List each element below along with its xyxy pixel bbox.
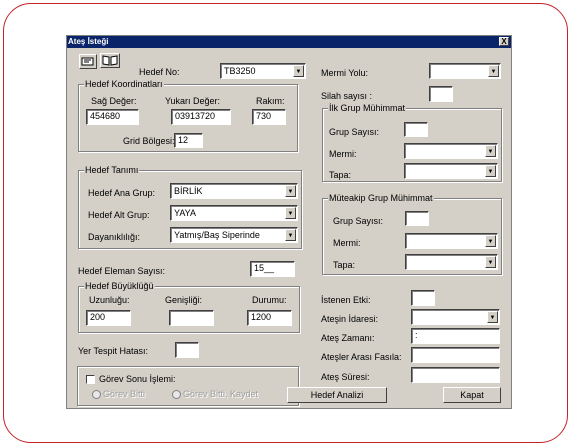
coords-group-title: Hedef Koordinatları — [84, 79, 164, 89]
book-icon-button[interactable] — [100, 53, 120, 68]
durability-label: Dayanıklılığı: — [88, 232, 141, 242]
weapon-count-label: Silah sayısı : — [321, 91, 373, 101]
ammo-path-label: Mermi Yolu: — [321, 68, 369, 78]
chevron-down-icon: ▼ — [485, 256, 496, 268]
next-fuse-select[interactable]: ▼ — [405, 254, 498, 270]
next-count-input[interactable] — [405, 211, 429, 226]
desired-effect-input[interactable] — [411, 290, 435, 306]
dialog-window: Ateş İsteği X Hedef No: TB3250 ▼ Hedef K… — [67, 36, 511, 408]
fire-interval-input[interactable] — [411, 347, 500, 363]
sub-group-label: Hedef Alt Grup: — [88, 210, 150, 220]
grid-zone-label: Grid Bölgesi: — [123, 136, 175, 146]
attitude-label: Durumu: — [252, 295, 287, 305]
next-count-label: Grup Sayısı: — [333, 216, 384, 226]
target-no-value: TB3250 — [224, 66, 256, 76]
close-button[interactable]: Kapat — [443, 387, 501, 403]
location-error-input[interactable] — [175, 342, 199, 358]
chevron-down-icon: ▼ — [285, 207, 296, 219]
mission-done-radio[interactable] — [92, 390, 101, 399]
length-input[interactable]: 200 — [86, 310, 131, 326]
main-group-label: Hedef Ana Grup: — [88, 188, 156, 198]
window-title: Ateş İsteği — [68, 37, 109, 46]
right-value-input[interactable]: 454680 — [86, 109, 139, 125]
grid-zone-input[interactable]: 12 — [174, 133, 203, 148]
durability-select[interactable]: Yatmış/Baş Siperinde ▼ — [170, 227, 298, 243]
first-count-label: Grup Sayısı: — [329, 127, 380, 137]
target-analysis-button[interactable]: Hedef Analizi — [287, 387, 387, 403]
post-mission-checkbox[interactable] — [86, 375, 95, 384]
book-icon — [102, 55, 118, 66]
up-value-label: Yukarı Değer: — [165, 96, 221, 106]
attitude-input[interactable]: 1200 — [247, 310, 292, 326]
chevron-down-icon: ▼ — [487, 311, 498, 323]
fire-duration-input[interactable] — [411, 367, 500, 383]
first-ammo-select[interactable]: ▼ — [404, 143, 498, 159]
mission-done-save-radio[interactable] — [172, 390, 181, 399]
card-icon-button[interactable] — [79, 54, 97, 69]
chevron-down-icon: ▼ — [485, 145, 496, 157]
next-ammo-select[interactable]: ▼ — [405, 233, 498, 249]
mission-done-label: Görev Bitti — [103, 389, 146, 399]
length-label: Uzunluğu: — [89, 295, 130, 305]
chevron-down-icon: ▼ — [285, 185, 296, 197]
post-mission-group — [77, 366, 299, 406]
fire-interval-label: Ateşler Arası Fasıla: — [321, 352, 402, 362]
sub-group-value: YAYA — [174, 208, 197, 218]
chevron-down-icon: ▼ — [485, 165, 496, 177]
weapon-count-input[interactable] — [429, 86, 453, 102]
width-input[interactable] — [169, 310, 214, 326]
fire-control-select[interactable]: ▼ — [411, 309, 500, 325]
chevron-down-icon: ▼ — [285, 229, 296, 241]
fire-time-label: Ateş Zamanı: — [321, 333, 375, 343]
title-bar: Ateş İsteği X — [67, 36, 511, 48]
first-fuse-select[interactable]: ▼ — [404, 163, 498, 179]
first-fuse-label: Tapa: — [329, 170, 352, 180]
next-ammo-label: Mermi: — [333, 238, 361, 248]
card-icon — [81, 57, 94, 66]
up-value-input[interactable]: 03913720 — [171, 109, 231, 125]
main-group-value: BİRLİK — [174, 186, 203, 196]
ammo-path-select[interactable]: ▼ — [429, 63, 501, 79]
right-value-label: Sağ Değer: — [91, 96, 137, 106]
mission-done-save-label: Görev Bitti, Kaydet — [183, 389, 259, 399]
desired-effect-label: İstenen Etki: — [321, 295, 371, 305]
chevron-down-icon: ▼ — [293, 65, 304, 77]
fire-duration-label: Ateş Süresi: — [321, 372, 370, 382]
size-group-title: Hedef Büyüklüğü — [84, 281, 155, 291]
first-count-input[interactable] — [404, 122, 428, 137]
target-no-label: Hedef No: — [139, 67, 180, 77]
chevron-down-icon: ▼ — [485, 235, 496, 247]
location-error-label: Yer Tespit Hatası: — [78, 346, 149, 356]
next-fuse-label: Tapa: — [333, 260, 356, 270]
fire-control-label: Ateşin İdaresi: — [321, 314, 379, 324]
post-mission-label: Görev Sonu İşlemi: — [99, 374, 176, 384]
fire-time-input[interactable]: : — [411, 328, 500, 344]
altitude-label: Rakım: — [256, 96, 285, 106]
first-ammo-label: Mermi: — [329, 149, 357, 159]
durability-value: Yatmış/Baş Siperinde — [174, 230, 260, 240]
close-window-button[interactable]: X — [499, 37, 509, 46]
next-ammo-group-title: Müteakip Grup Mühimmat — [328, 193, 434, 203]
element-count-label: Hedef Eleman Sayısı: — [78, 266, 166, 276]
first-ammo-group-title: İlk Grup Mühimmat — [328, 103, 407, 113]
main-group-select[interactable]: BİRLİK ▼ — [170, 183, 298, 199]
target-no-select[interactable]: TB3250 ▼ — [220, 63, 306, 79]
altitude-input[interactable]: 730 — [252, 109, 286, 125]
chevron-down-icon: ▼ — [488, 65, 499, 77]
width-label: Genişliği: — [165, 295, 203, 305]
element-count-input[interactable]: 15__ — [250, 261, 295, 277]
definition-group-title: Hedef Tanımı — [84, 165, 140, 175]
sub-group-select[interactable]: YAYA ▼ — [170, 205, 298, 221]
